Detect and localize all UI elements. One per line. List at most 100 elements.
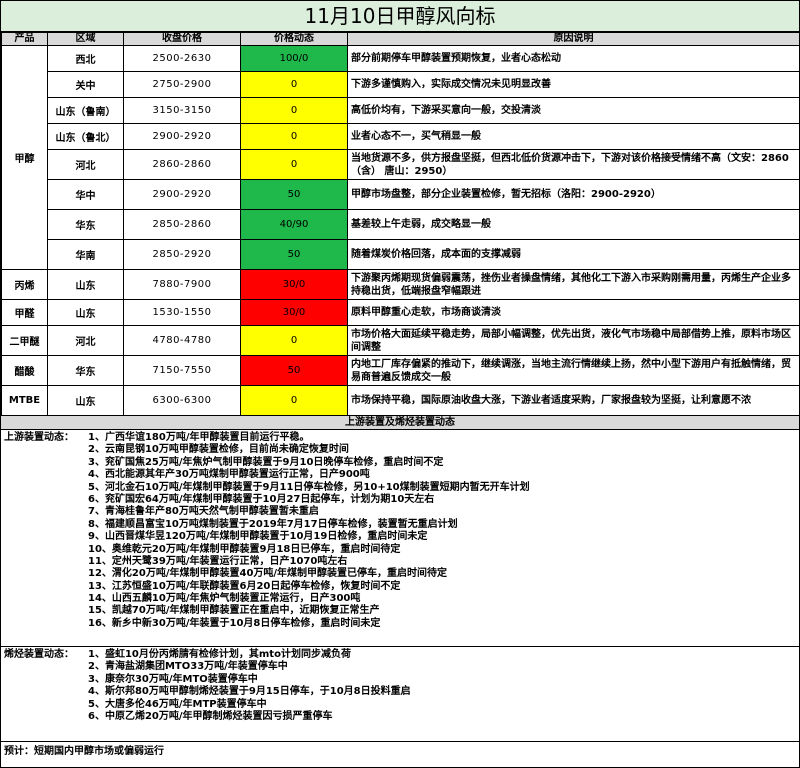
list-text: 4、西北能源其年产30万吨煤制甲醇装置运行正常，日产900吨: [88, 469, 370, 481]
reason-cell: 部分前期停车甲醇装置预期恢复，业者心态松动: [347, 45, 800, 72]
price-cell: 1530-1550: [123, 299, 241, 326]
price-cell: 2500-2630: [123, 45, 241, 72]
list-item: 6、中原乙烯20万吨/年甲醇制烯烃装置因亏损严重停车: [4, 711, 796, 723]
list-item: 16、新乡中新30万吨/年装置于10月8日停车检修，重启时间未定: [4, 618, 796, 630]
list-item: 5、河北金石10万吨/年煤制甲醇装置于9月11日停车检修，另10+10煤制装置短…: [4, 482, 796, 494]
list-item: 15、凯越70万吨/年煤制甲醇装置正在重启中，近期恢复正常生产: [4, 605, 796, 617]
reason-cell: 内地工厂库存偏紧的推动下，继续调涨，当地主流行情继续上扬，然中小型下游用户有抵触…: [347, 355, 800, 386]
list-item: 烯烃装置动态： 1、盛虹10月份丙烯腈有检修计划，其mto计划同步减负荷: [4, 649, 796, 661]
list-item: 11、定州天鹭39万吨/年装置运行正常，日产1070吨左右: [4, 556, 796, 568]
table-row: 甲醇 西北 2500-2630 100/0 部分前期停车甲醇装置预期恢复，业者心态松动: [1, 45, 800, 270]
list-item: 5、大唐多伦46万吨/年MTP装置停车中: [4, 699, 796, 711]
price-cell: 2850-2920: [123, 239, 241, 270]
list-text: 10、奥维乾元20万吨/年煤制甲醇装置9月18日已停车，重启时间待定: [88, 543, 401, 555]
table-row: MTBE 山东 6300-6300 0 市场保持平稳，国际原油收盘大涨，下游业者适度采购…: [1, 385, 800, 416]
price-dynamic-cell: 50: [240, 239, 348, 270]
reason-cell: 甲醇市场盘整，部分企业装置检修，暂无招标（洛阳：2900-2920）: [347, 179, 800, 210]
olefin-block: 烯烃装置动态： 1、盛虹10月份丙烯腈有检修计划，其mto计划同步减负荷 2、青海盐…: [1, 647, 799, 742]
list-item: 10、奥维乾元20万吨/年煤制甲醇装置9月18日已停车，重启时间待定: [4, 544, 796, 556]
list-text: 5、河北金石10万吨/年煤制甲醇装置于9月11日停车检修，另10+10煤制装置短…: [88, 481, 530, 493]
price-dynamic-cell: 0: [240, 385, 348, 416]
region-cell: 华东: [47, 209, 124, 240]
reason-cell: 原料甲醇重心走软，市场商谈清淡: [347, 299, 800, 326]
table-row: 河北 2860-2860 0 当地货源不多，供方报盘坚挺，但西北低价货源冲击下，下游对…: [2, 149, 800, 180]
reason-cell: 市场保持平稳，国际原油收盘大涨，下游业者适度采购，厂家报盘较为坚挺，让利意愿不浓: [347, 385, 800, 416]
product-cell: 甲醇: [1, 45, 48, 270]
reason-cell: 当地货源不多，供方报盘坚挺，但西北低价货源冲击下，下游对该价格接受情绪不高（文安…: [347, 149, 800, 180]
price-cell: 7880-7900: [123, 269, 241, 300]
region-cell: 山东: [47, 269, 124, 300]
section-title: 上游装置及烯烃装置动态: [1, 416, 799, 430]
list-lead: 烯烃装置动态：: [4, 649, 74, 660]
region-cell: 山东（鲁南）: [47, 97, 124, 124]
table-row: 华中 2900-2920 50 甲醇市场盘整，部分企业装置检修，暂无招标（洛阳：290…: [2, 179, 800, 210]
price-cell: 6300-6300: [123, 385, 241, 416]
reason-cell: 下游多谨慎购入，实际成交情况未见明显改善: [347, 71, 800, 98]
list-text: 3、康奈尔30万吨/年MTO装置停车中: [88, 673, 258, 685]
price-cell: 4780-4780: [123, 325, 241, 356]
list-lead: 上游装置动态：: [4, 432, 74, 443]
price-cell: 2750-2900: [123, 71, 241, 98]
list-text: 6、中原乙烯20万吨/年甲醇制烯烃装置因亏损严重停车: [88, 710, 333, 722]
product-cell: 甲醛: [1, 299, 48, 326]
sheet: 11月10日甲醇风向标 产品 区域 收盘价格 价格动态 原因说明 甲醇 西北 250…: [0, 0, 800, 768]
reason-cell: 下游聚丙烯期现货偏弱震荡，挫伤业者操盘情绪，其他化工下游入市采购刚需用量，丙烯生…: [347, 269, 800, 300]
price-dynamic-cell: 0: [240, 325, 348, 356]
list-item: 上游装置动态： 1、广西华谊180万吨/年甲醇装置目前运行平稳。: [4, 432, 796, 444]
region-cell: 河北: [47, 149, 124, 180]
header-region: 区域: [47, 32, 124, 46]
list-text: 2、青海盐湖集团MTO33万吨/年装置停车中: [88, 661, 288, 673]
list-item: 4、斯尔邦80万吨甲醇制烯烃装置于9月15日停车，于10月8日投料重启: [4, 686, 796, 698]
price-dynamic-cell: 50: [240, 179, 348, 210]
price-dynamic-cell: 0: [240, 123, 348, 150]
header-reason: 原因说明: [347, 32, 800, 46]
price-dynamic-cell: 0: [240, 149, 348, 180]
table-header-row: 产品 区域 收盘价格 价格动态 原因说明: [1, 32, 800, 46]
table-row: 甲醛 山东 1530-1550 30/0 原料甲醇重心走软，市场商谈清淡: [1, 299, 800, 326]
list-text: 5、大唐多伦46万吨/年MTP装置停车中: [88, 698, 267, 710]
list-item: 13、江苏恒盛10万吨/年联醇装置6月20日起停车检修，恢复时间不定: [4, 581, 796, 593]
table-row: 关中 2750-2900 0 下游多谨慎购入，实际成交情况未见明显改善: [2, 71, 800, 98]
list-text: 11、定州天鹭39万吨/年装置运行正常，日产1070吨左右: [88, 555, 348, 567]
list-text: 2、云南昆钢10万吨甲醇装置检修，目前尚未确定恢复时间: [88, 444, 349, 456]
price-cell: 7150-7550: [123, 355, 241, 386]
product-cell: 丙烯: [1, 269, 48, 300]
reason-cell: 随着煤炭价格回落，成本面的支撑减弱: [347, 239, 800, 270]
price-dynamic-cell: 0: [240, 97, 348, 124]
list-text: 1、盛虹10月份丙烯腈有检修计划，其mto计划同步减负荷: [88, 649, 351, 660]
table-row: 华东 2850-2860 40/90 基差较上午走弱，成交略显一般: [2, 209, 800, 240]
list-text: 7、青海桂鲁年产80万吨天然气制甲醇装置暂未重启: [88, 506, 319, 518]
list-text: 9、山西晋煤华昱120万吨/年煤制甲醇装置于10月19日检修，重启时间未定: [88, 531, 428, 543]
price-dynamic-cell: 0: [240, 71, 348, 98]
product-cell: 醋酸: [1, 355, 48, 386]
list-item: 2、青海盐湖集团MTO33万吨/年装置停车中: [4, 661, 796, 673]
product-cell: 二甲醚: [1, 325, 48, 356]
region-cell: 西北: [47, 45, 124, 72]
price-dynamic-cell: 100/0: [240, 45, 348, 72]
table-row: 二甲醚 河北 4780-4780 0 市场价格大面延续平稳走势，局部小幅调整，优先出货，…: [1, 325, 800, 356]
list-item: 12、渭化20万吨/年煤制甲醇装置40万吨/年煤制甲醇装置已停车，重启时间待定: [4, 568, 796, 580]
reason-cell: 基差较上午走弱，成交略显一般: [347, 209, 800, 240]
list-item: 14、山西五麟10万吨/年焦炉气制装置正常运行，日产300吨: [4, 593, 796, 605]
reason-cell: 业者心态不一，买气稍显一般: [347, 123, 800, 150]
table-row: 醋酸 华东 7150-7550 50 内地工厂库存偏紧的推动下，继续调涨，当地主流行情继…: [1, 355, 800, 386]
list-text: 15、凯越70万吨/年煤制甲醇装置正在重启中，近期恢复正常生产: [88, 605, 380, 617]
price-dynamic-cell: 30/0: [240, 269, 348, 300]
list-item: 2、云南昆钢10万吨甲醇装置检修，目前尚未确定恢复时间: [4, 444, 796, 456]
list-text: 8、福建顺昌富宝10万吨煤制装置于2019年7月17日停车检修，装置暂无重启计划: [88, 518, 458, 530]
list-item: 9、山西晋煤华昱120万吨/年煤制甲醇装置于10月19日检修，重启时间未定: [4, 531, 796, 543]
price-cell: 3150-3150: [123, 97, 241, 124]
price-cell: 2900-2920: [123, 123, 241, 150]
region-cell: 河北: [47, 325, 124, 356]
table-row: 山东（鲁南） 3150-3150 0 高低价均有，下游采买意向一般，交投清淡: [2, 97, 800, 124]
region-cell: 关中: [47, 71, 124, 98]
prediction: 预计：短期国内甲醇市场或偏弱运行: [4, 746, 164, 757]
region-cell: 华东: [47, 355, 124, 386]
price-table: 产品 区域 收盘价格 价格动态 原因说明 甲醇 西北 2500-2630 100/0 部…: [1, 32, 800, 416]
price-cell: 2860-2860: [123, 149, 241, 180]
price-cell: 2850-2860: [123, 209, 241, 240]
price-dynamic-cell: 30/0: [240, 299, 348, 326]
region-cell: 华中: [47, 179, 124, 210]
list-text: 13、江苏恒盛10万吨/年联醇装置6月20日起停车检修，恢复时间不定: [88, 580, 401, 592]
reason-cell: 高低价均有，下游采买意向一般，交投清淡: [347, 97, 800, 124]
